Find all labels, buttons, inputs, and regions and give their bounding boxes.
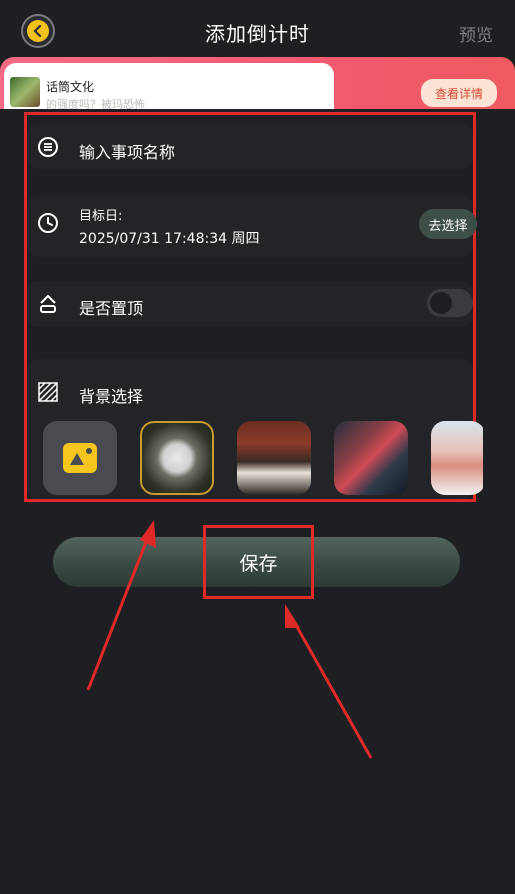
hatch-pattern-icon [37, 381, 59, 403]
choose-date-button[interactable]: 去选择 [419, 209, 477, 239]
toggle-knob [430, 292, 452, 314]
save-label: 保存 [239, 552, 278, 575]
target-date-value: 2025/07/31 17:48:34 周四 [79, 231, 260, 247]
ad-title: 话筒文化 [46, 80, 95, 94]
background-row: 背景选择 [27, 359, 483, 499]
pin-top-label: 是否置顶 [79, 299, 144, 318]
ad-card[interactable]: 话筒文化 的强度吗？被玛恐怖 [4, 63, 334, 109]
background-option-dandelion[interactable] [140, 421, 214, 495]
background-option-coffee[interactable] [237, 421, 311, 495]
target-date-row: 目标日: 2025/07/31 17:48:34 周四 去选择 [27, 195, 477, 257]
ad-subtitle: 的强度吗？被玛恐怖 [46, 98, 145, 109]
event-name-input[interactable]: 输入事项名称 [79, 139, 175, 163]
clock-icon [37, 212, 59, 234]
target-date-label: 目标日: [79, 209, 123, 224]
annotation-arrow-right [285, 604, 373, 759]
ad-banner[interactable]: 话筒文化 的强度吗？被玛恐怖 查看详情 [0, 57, 515, 109]
background-option-building[interactable] [431, 421, 483, 495]
countdown-form-panel: 输入事项名称 目标日: 2025/07/31 17:48:34 周四 去选择 是… [24, 112, 483, 502]
ad-detail-button[interactable]: 查看详情 [421, 79, 497, 107]
background-label: 背景选择 [79, 387, 144, 406]
preview-button[interactable]: 预览 [459, 21, 493, 46]
pin-top-row: 是否置顶 [27, 281, 473, 327]
pin-top-icon [37, 293, 59, 315]
background-upload-button[interactable] [43, 421, 117, 495]
photo-icon [63, 443, 97, 473]
ad-thumbnail [10, 77, 40, 107]
event-name-row[interactable]: 输入事项名称 [27, 123, 473, 169]
header: 添加倒计时 预览 [0, 0, 515, 62]
page-title: 添加倒计时 [205, 22, 310, 46]
background-option-city[interactable] [334, 421, 408, 495]
save-button[interactable]: 保存 [203, 525, 314, 599]
pin-top-toggle[interactable] [427, 289, 473, 317]
list-circle-icon [37, 136, 59, 158]
background-thumbnails [43, 421, 483, 497]
